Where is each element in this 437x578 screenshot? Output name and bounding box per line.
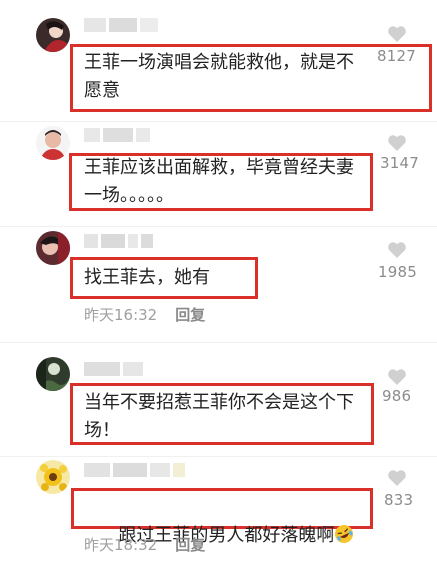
rofl-emoji-icon [335, 525, 354, 543]
username-blurred[interactable] [84, 463, 185, 477]
avatar[interactable] [36, 126, 70, 160]
avatar[interactable] [36, 231, 70, 265]
heart-icon[interactable] [387, 134, 407, 152]
comment-item: 8127 王菲一场演唱会就能救他，就是不愿意 [0, 0, 437, 120]
username-blurred[interactable] [84, 362, 143, 376]
reply-button[interactable]: 回复 [175, 304, 205, 325]
username-blurred[interactable] [84, 234, 153, 248]
heart-icon[interactable] [387, 368, 407, 386]
like-count: 3147 [380, 154, 419, 172]
avatar[interactable] [36, 460, 70, 494]
comment-list: 8127 王菲一场演唱会就能救他，就是不愿意 3147 王菲应该出面解救，毕竟曾… [0, 0, 437, 563]
heart-icon[interactable] [387, 241, 407, 259]
comment-time: 昨天16:32 [84, 306, 158, 324]
comment-text: 王菲应该出面解救，毕竟曾经夫妻一场。。。。。 [84, 157, 354, 206]
username-blurred[interactable] [84, 128, 150, 142]
comment-meta: 昨天18:32 回复 [84, 534, 205, 555]
comment-text: 王菲一场演唱会就能救他，就是不愿意 [84, 52, 354, 101]
avatar[interactable] [36, 357, 70, 391]
heart-icon[interactable] [387, 25, 407, 43]
comment-item: 986 当年不要招惹王菲你不会是这个下场！ [0, 343, 437, 453]
reply-button[interactable]: 回复 [175, 534, 205, 555]
heart-icon[interactable] [387, 469, 407, 487]
username-blurred[interactable] [84, 18, 158, 32]
comment-text: 当年不要招惹王菲你不会是这个下场！ [84, 392, 354, 441]
avatar[interactable] [36, 18, 70, 52]
comment-item: 833 跟过王菲的男人都好落魄啊 昨天18:32 回复 [0, 457, 437, 563]
like-count: 833 [384, 491, 414, 509]
comment-item: 3147 王菲应该出面解救，毕竟曾经夫妻一场。。。。。 [0, 122, 437, 222]
comment-text: 找王菲去，她有 [84, 267, 210, 288]
comment-item: 1985 找王菲去，她有 昨天16:32 回复 [0, 227, 437, 337]
comment-meta: 昨天16:32 回复 [84, 304, 205, 325]
like-count: 1985 [378, 263, 417, 281]
comment-time: 昨天18:32 [84, 536, 158, 554]
like-count: 986 [382, 387, 412, 405]
